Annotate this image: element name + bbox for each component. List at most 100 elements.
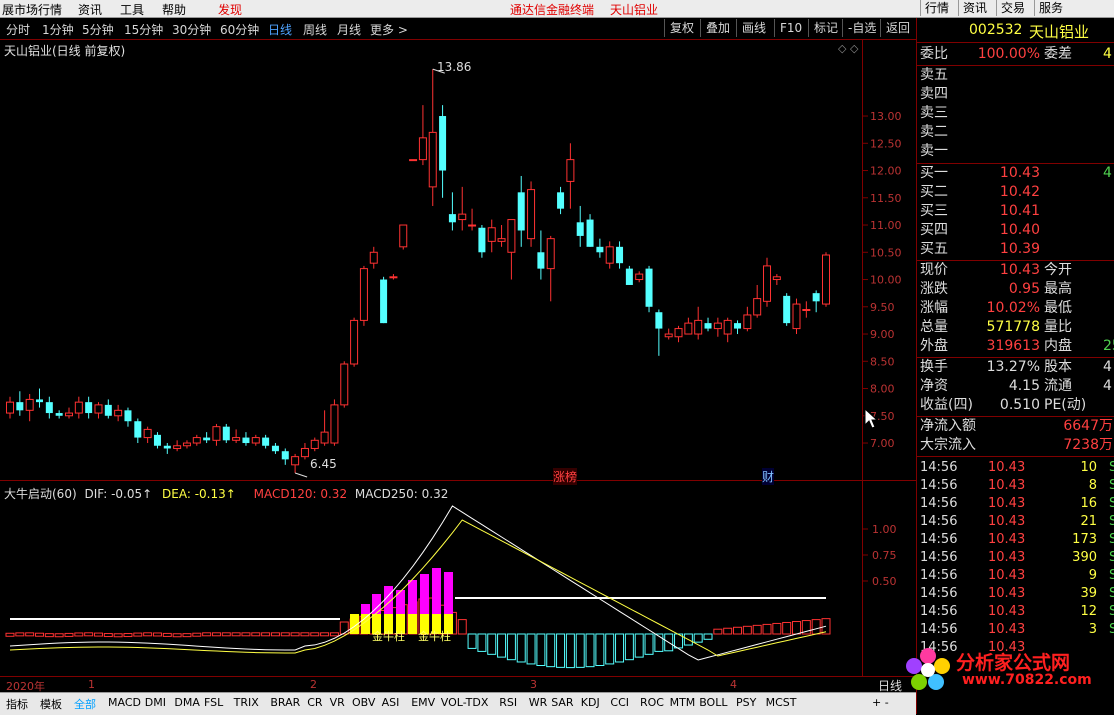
period-30min[interactable]: 30分钟: [172, 21, 211, 38]
menu-news[interactable]: 资讯: [78, 1, 102, 18]
indicator-tab-dmi[interactable]: DMI: [145, 696, 166, 709]
app-title-stock: 天山铝业: [610, 3, 659, 17]
sell-row-label: 卖四: [920, 86, 948, 102]
stat2-row: 换手 13.27% 股本 4: [920, 358, 1114, 377]
menu-tools[interactable]: 工具: [120, 1, 144, 18]
indicator-tab-mcst[interactable]: MCST: [766, 696, 797, 709]
period-daily[interactable]: 日线: [268, 21, 292, 38]
macd-bar: [497, 633, 507, 658]
period-more[interactable]: 更多 >: [370, 21, 408, 38]
price-tick-label: 9.50: [870, 301, 895, 314]
cai-marker[interactable]: 财: [762, 468, 775, 485]
tick-side: S: [1109, 514, 1114, 529]
candle: [625, 265, 633, 285]
indicator-tab-cr[interactable]: CR: [307, 696, 322, 709]
tick-price: 10.43: [988, 460, 1026, 475]
btn-fuquan[interactable]: 复权: [664, 19, 699, 37]
macd-bar: [615, 633, 625, 663]
indicator-tab-kdj[interactable]: KDJ: [581, 696, 600, 709]
period-60min[interactable]: 60分钟: [220, 21, 259, 38]
top-btn-trade[interactable]: 交易: [996, 0, 1029, 16]
macd-bar: [93, 632, 103, 637]
indicator-tab-模板[interactable]: 模板: [40, 696, 62, 712]
candle: [35, 388, 43, 408]
tick-side: S: [1109, 550, 1114, 565]
zoom-controls[interactable]: + -: [872, 696, 889, 709]
indicator-tab-wr[interactable]: WR: [529, 696, 548, 709]
price-tick-label: 12.50: [870, 137, 902, 150]
sell-orders: 卖五 卖四 卖三 卖二 卖一: [917, 66, 1114, 161]
period-5min[interactable]: 5分钟: [82, 21, 114, 38]
tick-volume: 21: [1080, 514, 1097, 529]
menu-market[interactable]: 展市场行情: [2, 1, 62, 18]
kline-chart[interactable]: 13.00 12.50 12.00 11.50 11.00 10.50 10.00 9.50 9…: [0, 40, 916, 676]
tick-row: 14:56 10.43 10 S: [920, 459, 1114, 477]
date-month-2: 2: [310, 678, 317, 691]
macd-bar: [624, 633, 634, 661]
btn-f10[interactable]: F10: [774, 19, 807, 37]
tick-side: S: [1109, 478, 1114, 493]
macd-bar: [703, 633, 713, 640]
fund-flow: 净流入额 6647万 大宗流入 7238万: [917, 417, 1114, 455]
indicator-tab-sar[interactable]: SAR: [551, 696, 573, 709]
candle: [527, 181, 536, 247]
indicator-tab-dma[interactable]: DMA: [174, 696, 200, 709]
indicator-tab-trix[interactable]: TRIX: [234, 696, 259, 709]
tick-volume: 3: [1088, 622, 1097, 637]
candle: [478, 225, 486, 258]
indicator-tab-mtm[interactable]: MTM: [670, 696, 696, 709]
macd-bar: [752, 624, 762, 635]
indicator-tab-boll[interactable]: BOLL: [699, 696, 727, 709]
indicator-tab-vol-tdx[interactable]: VOL-TDX: [441, 696, 489, 709]
indicator-tab-macd[interactable]: MACD: [108, 696, 141, 709]
period-monthly[interactable]: 月线: [337, 21, 361, 38]
candle: [25, 393, 34, 422]
candle: [212, 423, 221, 446]
indicator-tab-指标[interactable]: 指标: [6, 696, 28, 712]
indicator-tab-asi[interactable]: ASI: [382, 696, 400, 709]
macd-bar: [211, 632, 221, 637]
btn-diejia[interactable]: 叠加: [700, 19, 735, 37]
indicator-tab-全部[interactable]: 全部: [74, 696, 96, 712]
indicator-tab-fsl[interactable]: FSL: [204, 696, 223, 709]
indicator-tab-emv[interactable]: EMV: [411, 696, 435, 709]
period-weekly[interactable]: 周线: [303, 21, 327, 38]
flower-logo-icon: [906, 648, 950, 690]
candle: [232, 429, 241, 444]
period-15min[interactable]: 15分钟: [124, 21, 163, 38]
period-1min[interactable]: 1分钟: [42, 21, 74, 38]
top-btn-quote[interactable]: 行情: [920, 0, 953, 16]
indicator-tab-vr[interactable]: VR: [330, 696, 345, 709]
tick-list[interactable]: 14:56 10.43 10 S 14:56 10.43 8 S 14:56 10.43 16 S 14…: [917, 459, 1114, 659]
macd-bar: [457, 619, 467, 635]
low-arrow: [294, 472, 308, 478]
mouse-cursor-icon: [864, 408, 878, 429]
indicator-tab-obv[interactable]: OBV: [352, 696, 375, 709]
top-btn-service[interactable]: 服务: [1034, 0, 1067, 16]
top-btn-news[interactable]: 资讯: [958, 0, 991, 16]
magenta-column: [384, 586, 393, 618]
zhangting-marker[interactable]: 涨榜: [553, 468, 578, 485]
menu-help[interactable]: 帮助: [162, 1, 186, 18]
period-fenshi[interactable]: 分时: [6, 21, 30, 38]
buy-row-value: 10.40: [999, 222, 1040, 238]
indicator-tab-rsi[interactable]: RSI: [499, 696, 517, 709]
candle: [94, 402, 103, 419]
tick-side: S: [1109, 496, 1114, 511]
btn-huaxian[interactable]: 画线: [736, 19, 771, 37]
macd-bar: [84, 632, 94, 637]
indicator-tab-psy[interactable]: PSY: [736, 696, 756, 709]
btn-biaoji[interactable]: 标记: [808, 19, 843, 37]
candle: [616, 241, 624, 269]
menu-discover[interactable]: 发现: [218, 1, 242, 18]
candle: [674, 325, 683, 343]
indicator-tab-roc[interactable]: ROC: [640, 696, 664, 709]
tick-side: S: [1109, 532, 1114, 547]
indicator-tab-cci[interactable]: CCI: [610, 696, 629, 709]
stat2-row-label: 净资: [920, 378, 948, 394]
btn-zixuan[interactable]: -自选: [842, 19, 881, 37]
magenta-column: [408, 580, 417, 618]
btn-back[interactable]: 返回: [880, 19, 915, 37]
candle: [428, 69, 437, 206]
indicator-tab-brar[interactable]: BRAR: [270, 696, 300, 709]
